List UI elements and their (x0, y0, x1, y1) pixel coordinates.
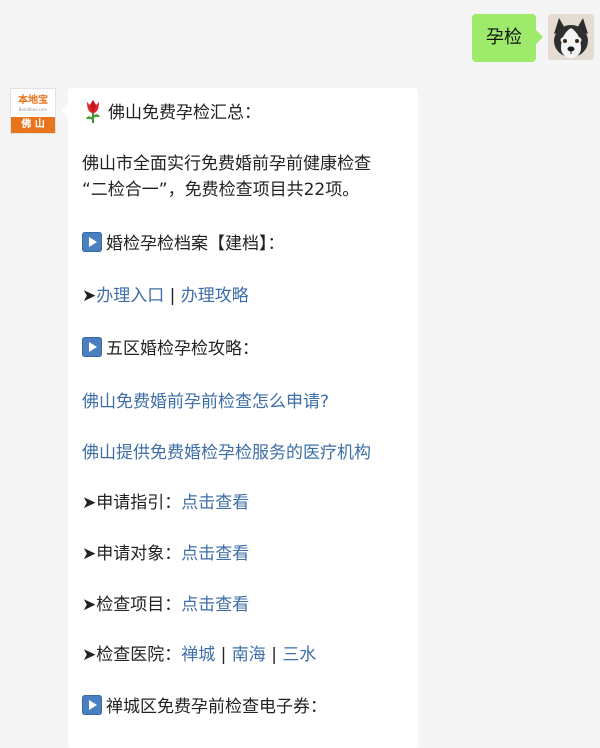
section-voucher-heading: 禅城区免费孕前检查电子券： (82, 695, 327, 719)
message-title-text: 佛山免费孕检汇总： (108, 103, 261, 123)
brand-url: Bendibao.com (18, 106, 48, 112)
check-items-link[interactable]: 点击查看 (181, 595, 249, 615)
hospitals-line: ➤检查医院：禅城 | 南海 | 三水 (82, 643, 316, 667)
hospitals-label: 检查医院： (96, 645, 182, 665)
arrow-icon: ➤ (82, 645, 97, 665)
intro-line-1: 佛山市全面实行免费婚前孕前健康检查 (82, 154, 371, 174)
outgoing-message-bubble[interactable]: 孕检 (472, 14, 543, 62)
incoming-message-bubble: 佛山免费孕检汇总： 佛山市全面实行免费婚前孕前健康检查 “二检合一”，免费检查项… (61, 88, 418, 748)
guide-link[interactable]: 办理攻略 (181, 286, 249, 306)
arrow-icon: ➤ (82, 493, 97, 513)
arrow-icon: ➤ (82, 595, 97, 615)
institutions-link[interactable]: 佛山提供免费婚检孕检服务的医疗机构 (82, 441, 371, 465)
application-target-label: 申请对象： (96, 544, 182, 564)
outgoing-message-text: 孕检 (486, 27, 522, 48)
user-avatar[interactable] (548, 14, 594, 60)
link-separator: | (265, 645, 283, 665)
arrow-icon: ➤ (82, 286, 97, 306)
section-districts-text: 五区婚检孕检攻略： (106, 339, 259, 359)
section-districts-heading: 五区婚检孕检攻略： (82, 337, 259, 361)
chancheng-link[interactable]: 禅城 (181, 645, 215, 665)
application-guide-label: 申请指引： (96, 493, 182, 513)
husky-avatar-image (548, 14, 594, 60)
application-guide-link[interactable]: 点击查看 (181, 493, 249, 513)
brand-logo: 本地宝 Bendibao.com (11, 89, 55, 117)
brand-name: 本地宝 (18, 94, 48, 106)
section-archive-text: 婚检孕检档案【建档】： (106, 234, 285, 254)
sender-avatar[interactable]: 本地宝 Bendibao.com 佛 山 (10, 88, 56, 134)
nanhai-link[interactable]: 南海 (232, 645, 266, 665)
sanshui-link[interactable]: 三水 (282, 645, 316, 665)
entry-link[interactable]: 办理入口 (96, 286, 164, 306)
play-button-icon (82, 695, 102, 715)
intro-line-2: “二检合一”，免费检查项目共22项。 (82, 180, 360, 200)
link-separator: | (215, 645, 232, 665)
application-target-link[interactable]: 点击查看 (181, 544, 249, 564)
apply-howto-link[interactable]: 佛山免费婚前孕前检查怎么申请? (82, 390, 329, 414)
brand-city: 佛 山 (11, 117, 55, 133)
arrow-icon: ➤ (82, 544, 97, 564)
archive-links-line: ➤办理入口 | 办理攻略 (82, 284, 249, 308)
outgoing-message-row: 孕检 (472, 14, 594, 62)
application-guide-line: ➤申请指引：点击查看 (82, 491, 249, 515)
section-voucher-text: 禅城区免费孕前检查电子券： (106, 697, 327, 717)
tulip-icon (82, 98, 104, 124)
application-target-line: ➤申请对象：点击查看 (82, 542, 249, 566)
link-separator: | (164, 286, 181, 306)
play-button-icon (82, 232, 102, 252)
play-button-icon (82, 337, 102, 357)
section-archive-heading: 婚检孕检档案【建档】： (82, 232, 285, 256)
check-items-line: ➤检查项目：点击查看 (82, 593, 249, 617)
message-title: 佛山免费孕检汇总： (82, 98, 261, 125)
check-items-label: 检查项目： (96, 595, 182, 615)
